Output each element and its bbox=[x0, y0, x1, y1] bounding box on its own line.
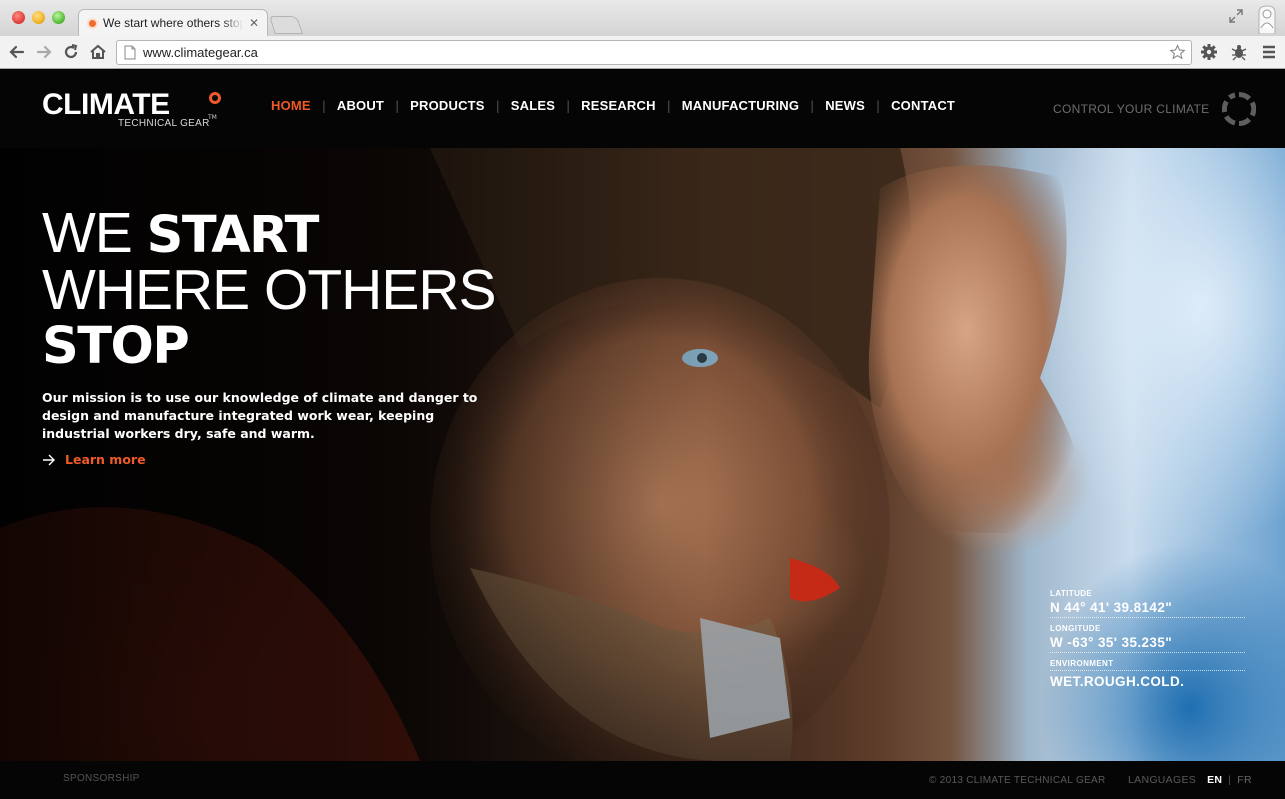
back-icon[interactable] bbox=[8, 43, 26, 61]
site-footer: SPONSORSHIP © 2013 CLIMATE TECHNICAL GEA… bbox=[0, 761, 1285, 799]
bookmark-star-icon[interactable] bbox=[1169, 44, 1186, 61]
menu-icon[interactable] bbox=[1260, 43, 1278, 61]
address-bar[interactable]: www.climategear.ca bbox=[116, 40, 1192, 65]
headline-where-others: WHERE OTHERS bbox=[42, 258, 497, 322]
nav-separator: | bbox=[666, 98, 671, 113]
environment-label: ENVIRONMENT bbox=[1050, 658, 1245, 671]
nav-separator: | bbox=[876, 98, 881, 113]
language-fr-link[interactable]: FR bbox=[1237, 774, 1252, 786]
minimize-window-button[interactable] bbox=[32, 11, 45, 24]
climate-logo[interactable]: CLIMATE TECHNICAL GEAR TM bbox=[42, 90, 232, 132]
nav-separator: | bbox=[810, 98, 815, 113]
languages-label: LANGUAGES bbox=[1128, 774, 1197, 786]
url-text[interactable]: www.climategear.ca bbox=[143, 45, 258, 60]
latitude-label: LATITUDE bbox=[1050, 589, 1093, 598]
main-nav: HOME | ABOUT | PRODUCTS | SALES | RESEARCH | MANUF… bbox=[271, 98, 955, 113]
nav-item-home[interactable]: HOME bbox=[271, 98, 311, 113]
logo-trademark: TM bbox=[208, 114, 217, 121]
latitude-block: LATITUDE N 44° 41' 39.8142" bbox=[1050, 588, 1245, 618]
forward-icon[interactable] bbox=[35, 43, 53, 61]
headline-we: WE bbox=[42, 201, 147, 265]
headline-stop: STOP bbox=[42, 317, 190, 376]
control-your-climate-button[interactable]: CONTROL YOUR CLIMATE bbox=[1053, 92, 1257, 126]
profile-icon[interactable] bbox=[1256, 4, 1278, 34]
fullscreen-icon[interactable] bbox=[1228, 8, 1244, 24]
climate-dial-icon bbox=[1222, 92, 1257, 126]
latitude-value: N 44° 41' 39.8142" bbox=[1050, 600, 1173, 615]
extension-bug-icon[interactable] bbox=[1230, 43, 1248, 61]
mission-statement: Our mission is to use our knowledge of c… bbox=[42, 390, 478, 441]
nav-item-sales[interactable]: SALES bbox=[511, 98, 555, 113]
nav-item-about[interactable]: ABOUT bbox=[337, 98, 384, 113]
reload-icon[interactable] bbox=[62, 43, 80, 61]
environment-block: ENVIRONMENT WET.ROUGH.COLD. bbox=[1050, 658, 1245, 691]
tab-title: We start where others stop bbox=[103, 16, 243, 30]
arrow-right-icon bbox=[43, 454, 55, 465]
browser-tab[interactable]: We start where others stop ✕ bbox=[78, 9, 268, 36]
nav-item-news[interactable]: NEWS bbox=[825, 98, 865, 113]
zoom-window-button[interactable] bbox=[52, 11, 65, 24]
nav-separator: | bbox=[495, 98, 500, 113]
sponsorship-link[interactable]: SPONSORSHIP bbox=[63, 773, 140, 784]
nav-item-contact[interactable]: CONTACT bbox=[891, 98, 955, 113]
browser-titlebar: We start where others stop ✕ bbox=[0, 0, 1285, 36]
headline-start: START bbox=[146, 206, 320, 265]
nav-item-manufacturing[interactable]: MANUFACTURING bbox=[682, 98, 799, 113]
control-your-climate-label: CONTROL YOUR CLIMATE bbox=[1053, 102, 1210, 116]
close-tab-icon[interactable]: ✕ bbox=[249, 16, 259, 30]
logo-degree-icon bbox=[209, 92, 221, 104]
learn-more-label: Learn more bbox=[65, 452, 146, 467]
browser-toolbar: www.climategear.ca bbox=[0, 36, 1285, 69]
hero-section: WE START WHERE OTHERS STOP Our mission i… bbox=[0, 148, 1285, 761]
settings-gear-icon[interactable] bbox=[1200, 43, 1218, 61]
page-icon bbox=[124, 45, 136, 60]
close-window-button[interactable] bbox=[12, 11, 25, 24]
learn-more-link[interactable]: Learn more bbox=[42, 452, 146, 467]
language-separator: | bbox=[1228, 774, 1232, 786]
home-icon[interactable] bbox=[89, 43, 107, 61]
favicon-icon bbox=[87, 17, 98, 29]
nav-item-research[interactable]: RESEARCH bbox=[581, 98, 656, 113]
language-en-link[interactable]: EN bbox=[1207, 774, 1222, 786]
nav-separator: | bbox=[395, 98, 400, 113]
longitude-label: LONGITUDE bbox=[1050, 624, 1101, 633]
longitude-block: LONGITUDE W -63° 35' 35.235" bbox=[1050, 623, 1245, 653]
site-header: CLIMATE TECHNICAL GEAR TM HOME | ABOUT | PRO… bbox=[0, 70, 1285, 148]
longitude-value: W -63° 35' 35.235" bbox=[1050, 635, 1173, 650]
nav-separator: | bbox=[321, 98, 326, 113]
hero-headline: WE START WHERE OTHERS STOP bbox=[42, 205, 497, 376]
logo-wordmark: CLIMATE bbox=[42, 88, 170, 121]
new-tab-button[interactable] bbox=[269, 16, 303, 34]
logo-tagline: TECHNICAL GEAR bbox=[118, 118, 210, 129]
nav-separator: | bbox=[566, 98, 571, 113]
language-switcher: LANGUAGES EN | FR bbox=[1128, 774, 1252, 786]
location-coordinates: LATITUDE N 44° 41' 39.8142" LONGITUDE W … bbox=[1050, 588, 1245, 696]
nav-item-products[interactable]: PRODUCTS bbox=[410, 98, 485, 113]
copyright-text: © 2013 CLIMATE TECHNICAL GEAR bbox=[929, 775, 1106, 786]
environment-value: WET.ROUGH.COLD. bbox=[1050, 674, 1185, 689]
